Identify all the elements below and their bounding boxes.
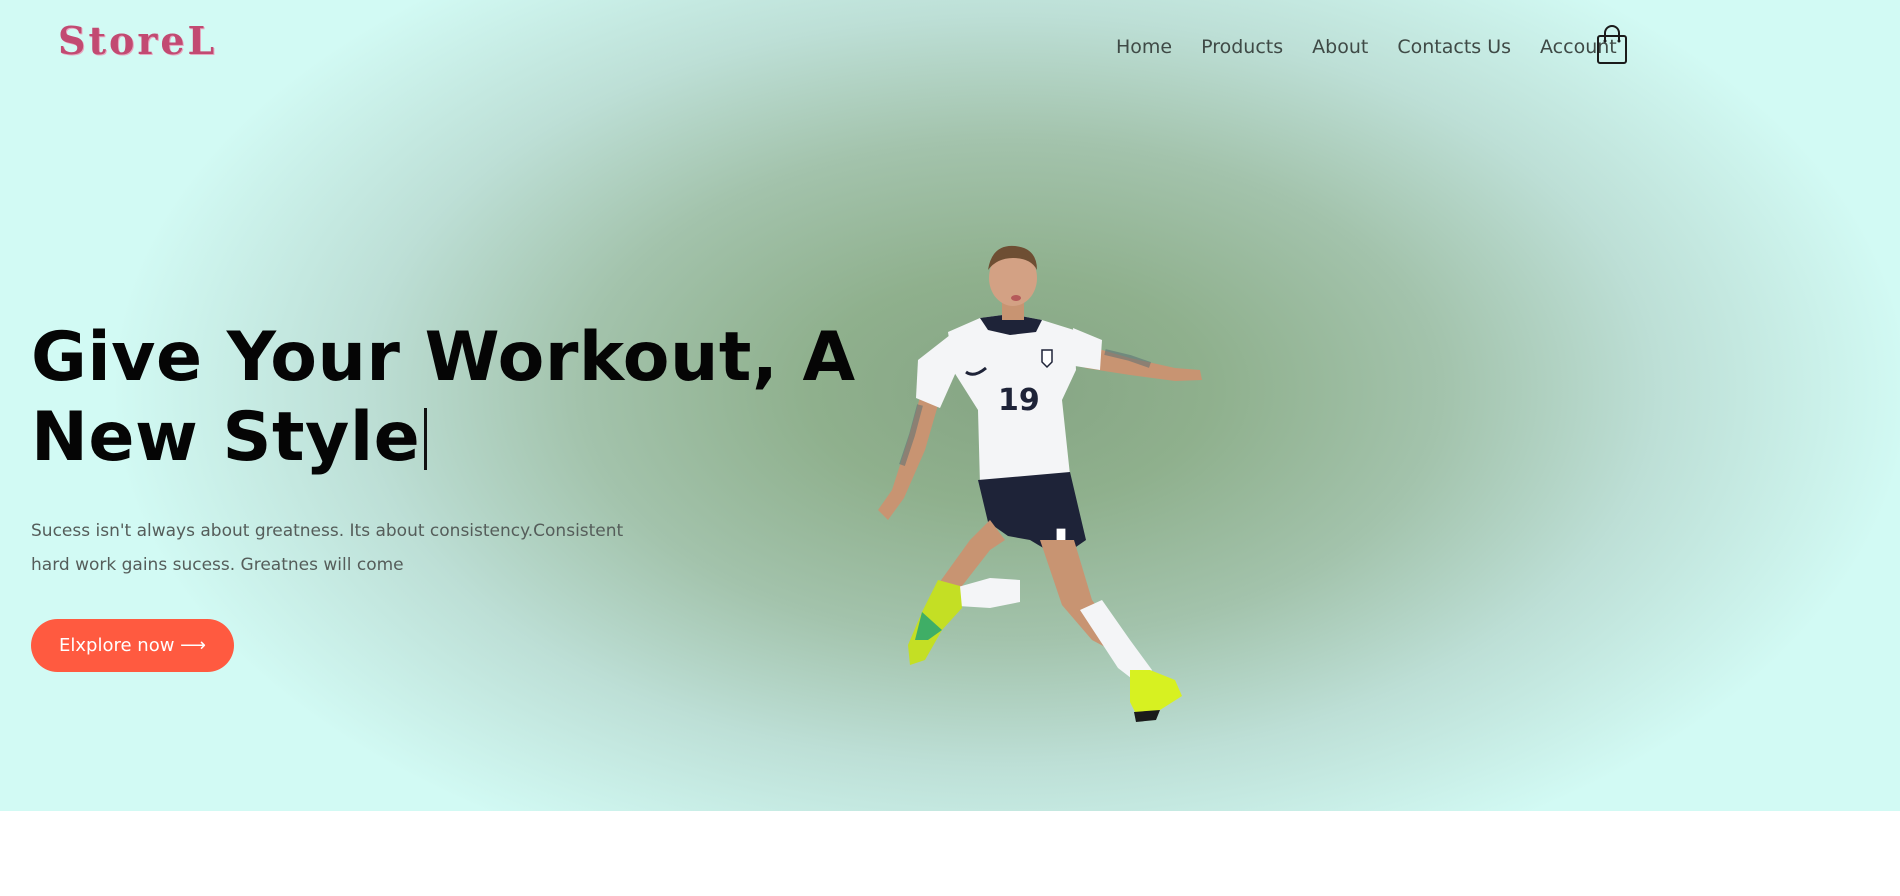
hero-section: StoreL Home Products About Contacts Us A… [0, 0, 1900, 811]
description-line-1: Sucess isn't always about greatness. Its… [31, 521, 624, 541]
nav-item-contacts[interactable]: Contacts Us [1397, 36, 1511, 58]
football-player-image: 19 [878, 245, 1202, 722]
explore-now-button[interactable]: Elxplore now ⟶ [31, 619, 234, 672]
nav-item-about[interactable]: About [1312, 36, 1368, 58]
headline-line-2: New Style [31, 398, 856, 478]
svg-text:19: 19 [998, 383, 1040, 418]
typing-caret [424, 408, 428, 470]
main-nav: Home Products About Contacts Us Account [1116, 36, 1646, 58]
hero-description: Sucess isn't always about greatness. Its… [31, 514, 631, 582]
nav-item-home[interactable]: Home [1116, 36, 1172, 58]
description-line-2: hard work gains sucess. Greatnes will co… [31, 555, 404, 575]
brand-logo[interactable]: StoreL [58, 18, 217, 63]
nav-item-products[interactable]: Products [1201, 36, 1283, 58]
shopping-bag-icon[interactable] [1596, 25, 1628, 65]
headline-line-1: Give Your Workout, A [31, 318, 856, 397]
hero-headline: Give Your Workout, A New Style [31, 318, 856, 478]
headline-line-2-text: New Style [31, 398, 421, 477]
